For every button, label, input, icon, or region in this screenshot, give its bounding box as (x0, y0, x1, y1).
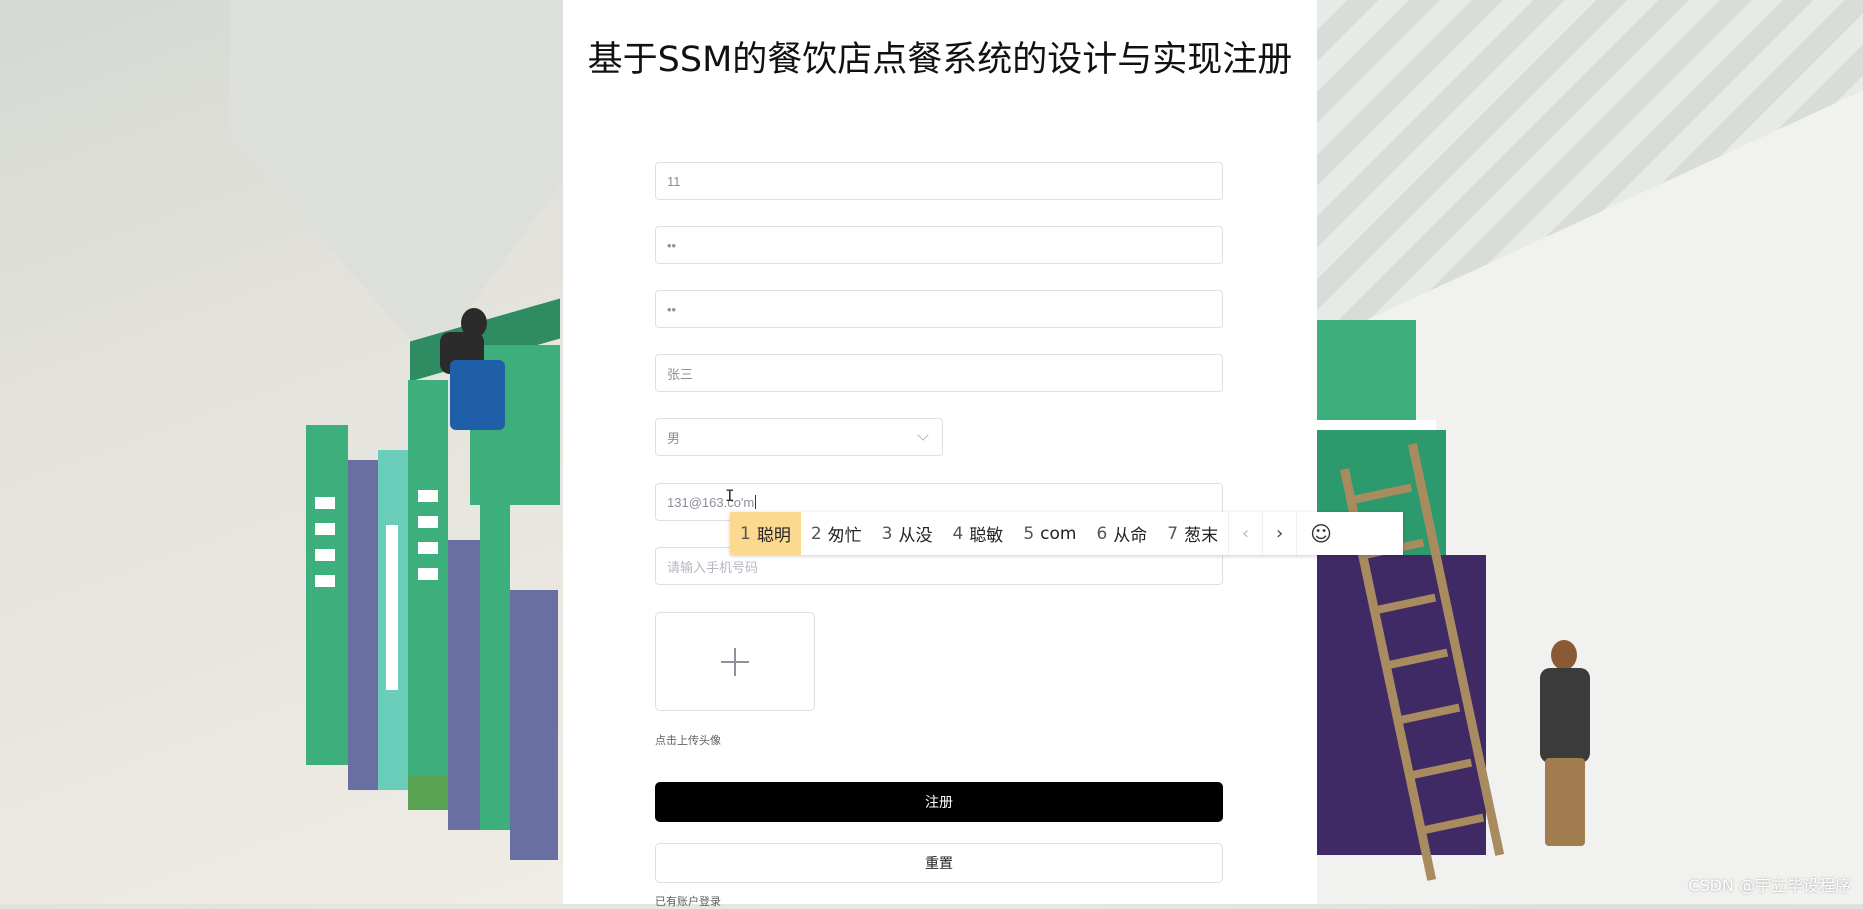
register-button[interactable]: 注册 (655, 782, 1223, 822)
ime-candidate-text: com (1040, 523, 1077, 544)
ime-candidate-text: 从没 (898, 526, 933, 546)
name-input[interactable]: 张三 (655, 354, 1223, 392)
ime-candidate-text: 葱末 (1184, 526, 1219, 546)
ime-candidate-number: 2 (810, 523, 822, 544)
reset-button[interactable]: 重置 (655, 843, 1223, 883)
smiley-icon[interactable]: ☺ (1296, 512, 1345, 555)
avatar-upload-hint: 点击上传头像 (655, 735, 721, 747)
person-standing-body (1540, 668, 1590, 763)
ime-candidate[interactable]: 1 聪明 (730, 512, 801, 555)
login-link[interactable]: 已有账户登录 (655, 893, 721, 909)
chevron-left-icon[interactable]: ‹ (1228, 512, 1262, 555)
ime-candidate-bar: 1 聪明 2 匆忙 3 从没 4 聪敏 5 com 6 从命 7 葱末 ‹ › … (730, 512, 1403, 555)
ime-candidate-text: 匆忙 (827, 526, 862, 546)
book-purple-2 (448, 540, 480, 830)
ime-candidate[interactable]: 3 从没 (872, 512, 943, 555)
ime-candidate-number: 7 (1167, 523, 1179, 544)
ime-candidate-number: 1 (740, 523, 751, 544)
email-input-value: 131@163.co'm (667, 494, 755, 510)
plus-icon (721, 647, 749, 676)
ime-candidate-number: 4 (952, 523, 964, 544)
book-green (306, 425, 348, 765)
ime-candidate-text: 聪敏 (969, 526, 1004, 546)
ime-candidate[interactable]: 2 匆忙 (801, 512, 872, 555)
book-purple (348, 460, 378, 790)
gender-select[interactable]: 男 (655, 418, 943, 456)
account-input[interactable]: 11 (655, 162, 1223, 200)
ime-candidate[interactable]: 6 从命 (1086, 512, 1157, 555)
ime-candidate-number: 5 (1023, 523, 1035, 544)
person-standing-legs (1545, 758, 1585, 846)
person-sitting-legs (450, 360, 505, 430)
chevron-down-icon (917, 429, 929, 441)
ime-candidate[interactable]: 4 聪敏 (942, 512, 1013, 555)
person-standing-head (1551, 640, 1577, 670)
watermark: CSDN @宇立毕设程序 (1688, 876, 1851, 895)
book-green-3 (480, 490, 510, 830)
book-band (408, 775, 448, 810)
ime-candidate-text: 聪明 (756, 526, 791, 546)
book-green-tall (408, 380, 448, 810)
text-caret (755, 495, 757, 509)
password-input[interactable]: •• (655, 226, 1223, 264)
ime-candidate[interactable]: 7 葱末 (1157, 512, 1228, 555)
register-panel: 基于SSM的餐饮店点餐系统的设计与实现注册 11 •• •• 张三 男 131@… (563, 0, 1317, 908)
gender-selected-value: 男 (667, 430, 681, 446)
chevron-right-icon[interactable]: › (1262, 512, 1296, 555)
avatar-upload[interactable] (655, 612, 815, 711)
text-cursor-icon: I (725, 486, 735, 505)
ime-candidate-text: 从命 (1113, 526, 1148, 546)
ime-candidate-number: 3 (881, 523, 893, 544)
book-purple-3 (510, 590, 558, 860)
confirm-password-input[interactable]: •• (655, 290, 1223, 328)
page-title: 基于SSM的餐饮店点餐系统的设计与实现注册 (587, 40, 1293, 80)
ime-candidate-number: 6 (1096, 523, 1108, 544)
book-teal (378, 450, 408, 790)
ime-candidate[interactable]: 5 com (1013, 512, 1086, 555)
